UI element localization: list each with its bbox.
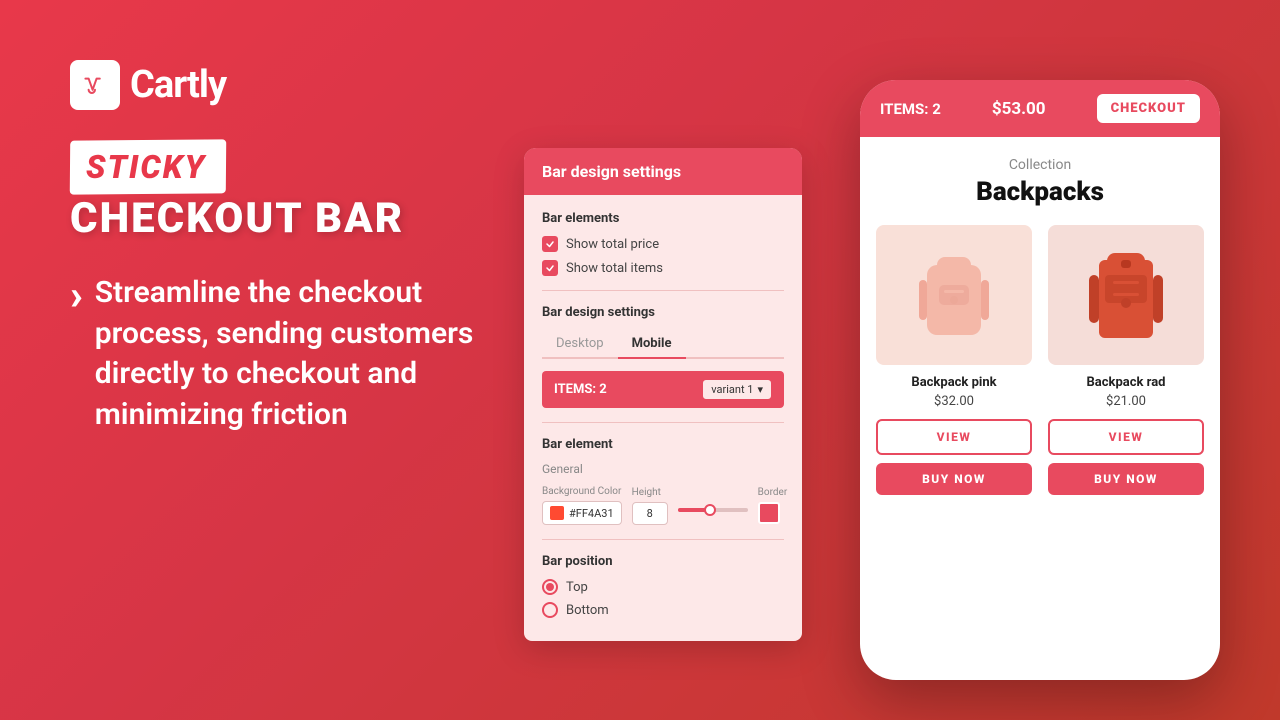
chevron-icon: › [70, 275, 83, 317]
height-group: Height 8 [632, 487, 668, 525]
checkmark-icon [545, 239, 555, 249]
color-hex: #FF4A31 [569, 507, 614, 520]
bar-elements-label: Bar elements [542, 211, 784, 226]
height-input-box[interactable]: 8 [632, 502, 668, 525]
view-button-red[interactable]: VIEW [1048, 419, 1204, 455]
bar-design-label: Bar design settings [542, 305, 784, 320]
show-total-price-label: Show total price [566, 237, 659, 252]
color-swatch [550, 506, 564, 520]
checkmark-icon-2 [545, 263, 555, 273]
divider-2 [542, 422, 784, 423]
settings-panel: Bar design settings Bar elements Show to… [524, 148, 802, 641]
settings-body: Bar elements Show total price Show total… [524, 195, 802, 641]
product-card-pink: Backpack pink $32.00 VIEW BUY NOW [876, 225, 1032, 495]
product-name-red: Backpack rad [1086, 375, 1165, 390]
buy-button-pink[interactable]: BUY NOW [876, 463, 1032, 495]
show-total-price-checkbox[interactable] [542, 236, 558, 252]
collection-title: Backpacks [876, 177, 1204, 207]
view-button-pink[interactable]: VIEW [876, 419, 1032, 455]
collection-subtitle: Collection [876, 157, 1204, 173]
bg-color-group: Background Color #FF4A31 [542, 486, 622, 525]
variant-dropdown[interactable]: variant 1 ▾ [702, 379, 772, 400]
divider-3 [542, 539, 784, 540]
product-image-red [1048, 225, 1204, 365]
radio-top-inner [546, 583, 554, 591]
tabs-row: Desktop Mobile [542, 330, 784, 359]
phone-price: $53.00 [992, 99, 1046, 119]
color-input-box[interactable]: #FF4A31 [542, 501, 622, 525]
phone-items-count: ITEMS: 2 [880, 100, 941, 118]
radio-top-label: Top [566, 580, 588, 595]
product-image-pink [876, 225, 1032, 365]
brand-name: Cartly [130, 63, 226, 107]
phone-top-bar: ITEMS: 2 $53.00 CHECKOUT [860, 80, 1220, 137]
dropdown-chevron-icon: ▾ [757, 383, 763, 396]
show-total-items-label: Show total items [566, 261, 663, 276]
product-price-pink: $32.00 [934, 394, 974, 409]
settings-header: Bar design settings [524, 148, 802, 195]
sticky-brush-bg: STICKY [70, 140, 226, 194]
left-section: Cartly STICKY CHECKOUT BAR › Streamline … [70, 60, 490, 435]
phone-content: Collection Backpacks [860, 137, 1220, 680]
color-row: Background Color #FF4A31 Height 8 [542, 486, 784, 525]
product-price-red: $21.00 [1106, 394, 1146, 409]
backpack-red-bg [1048, 225, 1204, 365]
hero-description: Streamline the checkout process, sending… [95, 273, 490, 435]
radio-top[interactable] [542, 579, 558, 595]
backpack-pink-bg [876, 225, 1032, 365]
tab-mobile[interactable]: Mobile [618, 330, 686, 359]
products-grid: Backpack pink $32.00 VIEW BUY NOW [876, 225, 1204, 495]
description-block: › Streamline the checkout process, sendi… [70, 273, 490, 435]
bar-position-section: Bar position Top Bottom [542, 554, 784, 618]
variant-dropdown-text: variant 1 [711, 383, 753, 396]
sticky-label: STICKY [86, 148, 206, 186]
border-label: Border [758, 487, 788, 498]
slider-track[interactable] [678, 508, 748, 512]
backpack-red-svg [1081, 235, 1171, 355]
slider-thumb [704, 504, 716, 516]
preview-bar: ITEMS: 2 variant 1 ▾ [542, 371, 784, 408]
divider-1 [542, 290, 784, 291]
radio-top-row[interactable]: Top [542, 579, 784, 595]
bg-color-label: Background Color [542, 486, 622, 497]
buy-button-red[interactable]: BUY NOW [1048, 463, 1204, 495]
height-value: 8 [647, 507, 653, 520]
logo-box [70, 60, 120, 110]
backpack-pink-svg [909, 235, 999, 355]
bar-element-label: Bar element [542, 437, 784, 452]
bar-element-section: Bar element General Background Color #FF… [542, 437, 784, 525]
show-total-price-row[interactable]: Show total price [542, 236, 784, 252]
phone-mockup: ITEMS: 2 $53.00 CHECKOUT Collection Back… [860, 80, 1220, 680]
radio-bottom-label: Bottom [566, 603, 609, 618]
border-group: Border [758, 487, 788, 524]
sticky-badge-container: STICKY CHECKOUT BAR [70, 140, 490, 243]
tab-desktop[interactable]: Desktop [542, 330, 618, 359]
show-total-items-row[interactable]: Show total items [542, 260, 784, 276]
border-swatch[interactable] [758, 502, 780, 524]
logo-container: Cartly [70, 60, 490, 110]
bar-position-label: Bar position [542, 554, 784, 569]
phone-checkout-button[interactable]: CHECKOUT [1097, 94, 1200, 123]
height-label: Height [632, 487, 668, 498]
general-label: General [542, 462, 784, 476]
checkout-bar-label: CHECKOUT BAR [70, 194, 404, 243]
settings-title: Bar design settings [542, 162, 681, 181]
preview-bar-text: ITEMS: 2 [554, 382, 607, 397]
radio-bottom-row[interactable]: Bottom [542, 602, 784, 618]
radio-bottom[interactable] [542, 602, 558, 618]
show-total-items-checkbox[interactable] [542, 260, 558, 276]
slider-fill [678, 508, 706, 512]
product-name-pink: Backpack pink [911, 375, 996, 390]
slider-group [678, 500, 748, 512]
product-card-red: Backpack rad $21.00 VIEW BUY NOW [1048, 225, 1204, 495]
logo-icon [79, 69, 111, 101]
